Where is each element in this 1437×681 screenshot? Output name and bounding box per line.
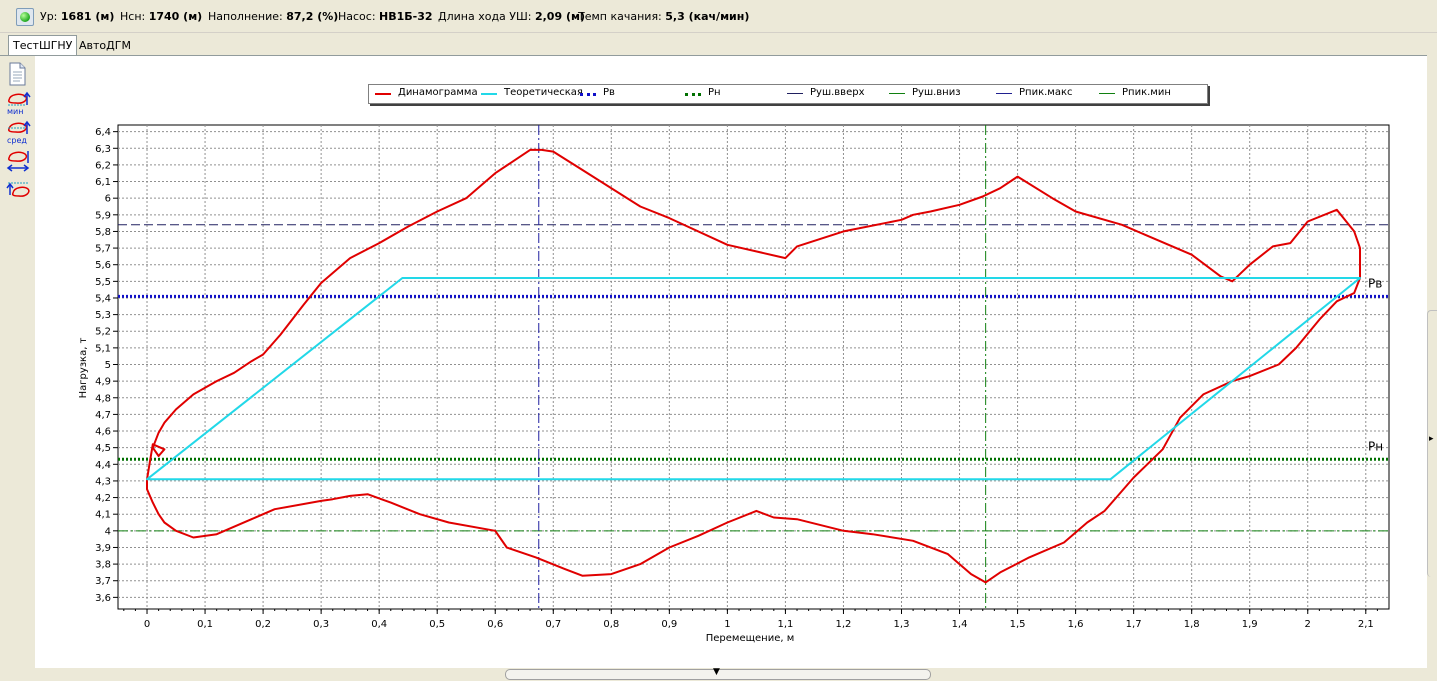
x-tick-label: 0,7 <box>545 619 561 630</box>
y-axis: 3,6 3,7 3,8 3,9 4 4,1 4,2 4,3 4,4 4,5 4,6 4,7 4,8 4,9… <box>95 127 118 604</box>
y-tick-label: 5,7 <box>95 244 111 255</box>
x-tick-label: 1,1 <box>777 619 793 630</box>
y-tick-label: 5 <box>105 360 111 371</box>
y-tick-label: 5,2 <box>95 327 111 338</box>
x-tick-label: 0,9 <box>661 619 677 630</box>
y-tick-label: 3,7 <box>95 576 111 587</box>
legend-label: Руш.вверх <box>810 87 865 98</box>
y-tick-label: 5,9 <box>95 210 111 221</box>
x-tick-label: 1,2 <box>836 619 852 630</box>
x-tick-label: 1,3 <box>894 619 910 630</box>
x-tick-label: 1,9 <box>1242 619 1258 630</box>
y-tick-label: 5,8 <box>95 227 111 238</box>
x-tick-label: 1,5 <box>1010 619 1026 630</box>
y-tick-label: 4,8 <box>95 393 111 404</box>
y-tick-label: 4,9 <box>95 377 111 388</box>
y-tick-label: 5,6 <box>95 260 111 271</box>
chevron-right-icon[interactable]: ▸ <box>1429 434 1434 444</box>
legend-label: Рн <box>708 87 721 98</box>
legend-label: Рв <box>603 87 615 98</box>
tab-testshgnu[interactable]: ТестШГНУ <box>8 35 78 55</box>
x-tick-label: 2 <box>1305 619 1311 630</box>
x-tick-label: 0,2 <box>255 619 271 630</box>
y-tick-label: 4,6 <box>95 427 111 438</box>
y-tick-label: 6,2 <box>95 160 111 171</box>
y-tick-label: 4,4 <box>95 460 111 471</box>
y-tick-label: 4,3 <box>95 476 111 487</box>
x-axis-title: Перемещение, м <box>706 633 795 644</box>
x-tick-label: 1,8 <box>1184 619 1200 630</box>
legend-label: Руш.вниз <box>912 87 961 98</box>
y-tick-label: 5,5 <box>95 277 111 288</box>
y-tick-label: 4,2 <box>95 493 111 504</box>
hline-label: Рв <box>1368 276 1382 290</box>
x-tick-label: 0,8 <box>603 619 619 630</box>
x-axis: 0 0,1 0,2 0,3 0,4 0,5 0,6 0,7 0,8 0,9 1 1,1 1,2 1,3 1,… <box>123 609 1378 630</box>
y-tick-label: 4,5 <box>95 443 111 454</box>
chevron-down-icon: ▼ <box>713 667 720 677</box>
legend-label: Динамограмма <box>398 87 478 98</box>
y-tick-label: 4 <box>105 526 111 537</box>
y-tick-label: 6 <box>105 194 111 205</box>
legend-label: Рпик.мин <box>1122 87 1171 98</box>
y-tick-label: 6,3 <box>95 144 111 155</box>
y-tick-label: 4,7 <box>95 410 111 421</box>
y-tick-label: 5,1 <box>95 343 111 354</box>
x-tick-label: 0,3 <box>313 619 329 630</box>
y-tick-label: 6,4 <box>95 127 111 138</box>
x-tick-label: 0,4 <box>371 619 387 630</box>
y-tick-label: 5,3 <box>95 310 111 321</box>
x-tick-label: 2,1 <box>1358 619 1374 630</box>
legend-label: Теоретическая <box>504 87 583 98</box>
y-tick-label: 5,4 <box>95 293 111 304</box>
y-tick-label: 3,8 <box>95 560 111 571</box>
y-axis-title: Нагрузка, т <box>78 337 89 398</box>
bottom-splitter-grip[interactable]: ▼ <box>505 667 931 680</box>
x-tick-label: 0,5 <box>429 619 445 630</box>
y-tick-label: 3,6 <box>95 593 111 604</box>
x-tick-label: 1,6 <box>1068 619 1084 630</box>
x-tick-label: 1 <box>724 619 730 630</box>
chart-legend: Динамограмма Теоретическая Рв Рн Руш.вве… <box>368 84 1208 104</box>
x-tick-label: 1,4 <box>952 619 968 630</box>
hline-label: Рн <box>1368 439 1383 453</box>
y-tick-label: 6,1 <box>95 177 111 188</box>
y-tick-label: 4,1 <box>95 510 111 521</box>
legend-label: Рпик.макс <box>1019 87 1073 98</box>
x-tick-label: 1,7 <box>1126 619 1142 630</box>
x-tick-label: 0 <box>144 619 150 630</box>
x-tick-label: 0,6 <box>487 619 503 630</box>
x-tick-label: 0,1 <box>197 619 213 630</box>
plot-frame <box>117 124 1390 610</box>
y-tick-label: 3,9 <box>95 543 111 554</box>
